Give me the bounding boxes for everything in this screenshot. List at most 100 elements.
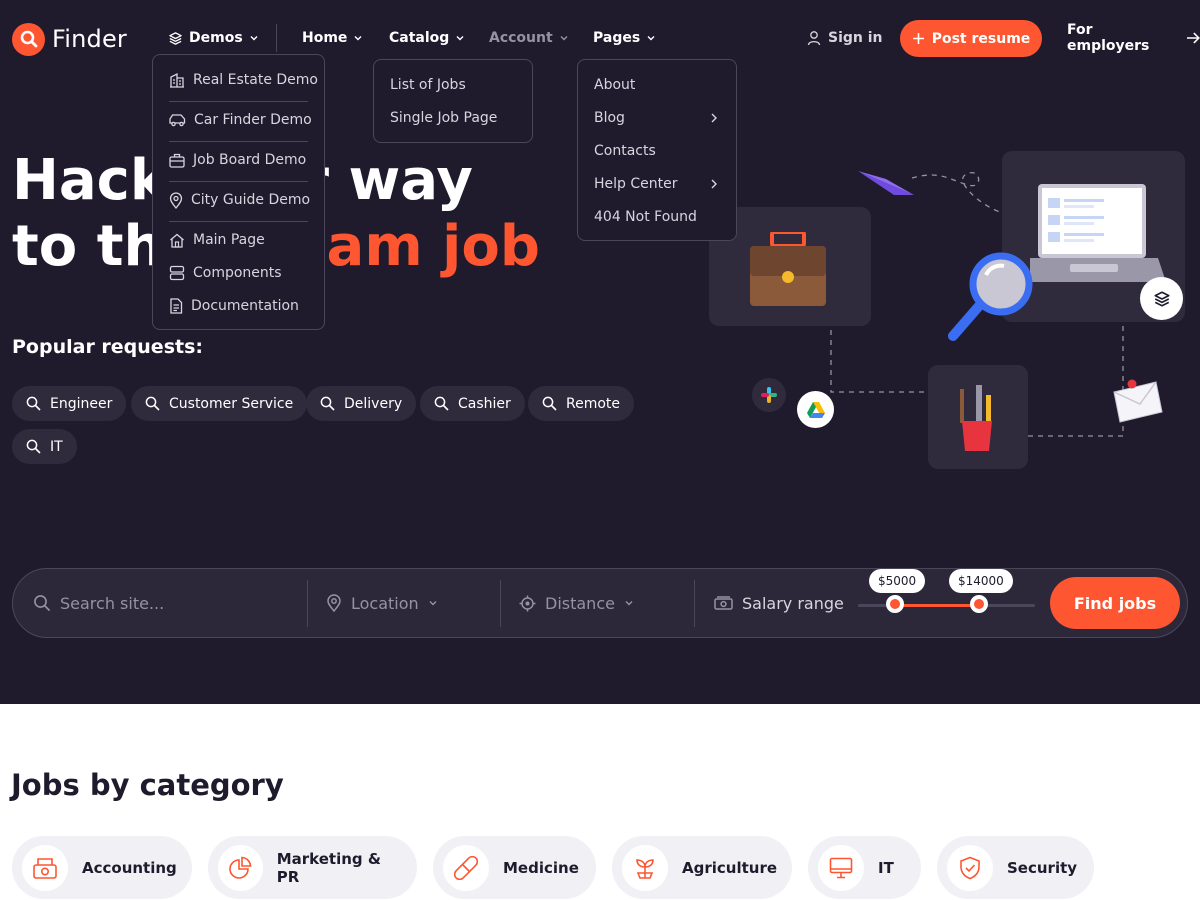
chip-remote[interactable]: Remote	[528, 386, 635, 421]
category-security[interactable]: Security	[937, 836, 1094, 899]
category-label: Accounting	[82, 858, 177, 877]
chip-cashier[interactable]: Cashier	[420, 386, 525, 421]
chip-delivery[interactable]: Delivery	[306, 386, 417, 421]
cash-icon	[714, 596, 733, 610]
pencil-cup-icon	[960, 385, 992, 451]
category-medicine[interactable]: Medicine	[433, 836, 596, 899]
salary-slider-track[interactable]	[858, 604, 1035, 607]
nav-catalog[interactable]: Catalog	[389, 28, 465, 48]
category-it[interactable]: IT	[808, 836, 921, 899]
chip-customer-service[interactable]: Customer Service	[131, 386, 308, 421]
menu-separator	[169, 221, 308, 222]
category-label: Agriculture	[682, 858, 778, 877]
sign-in-link[interactable]: Sign in	[807, 28, 883, 48]
shield-icon	[947, 844, 993, 891]
search-icon	[26, 396, 41, 411]
components-icon	[169, 265, 185, 281]
menu-item-blog[interactable]: Blog	[594, 108, 625, 128]
search-icon	[145, 396, 160, 411]
chip-label: IT	[50, 438, 63, 455]
user-icon	[807, 31, 821, 46]
sign-in-label: Sign in	[828, 30, 883, 46]
salary-max-handle[interactable]	[970, 595, 988, 613]
layers-icon	[1153, 290, 1170, 307]
document-icon	[170, 298, 183, 314]
location-select[interactable]: Location	[326, 569, 438, 637]
envelope-icon	[1113, 379, 1163, 423]
menu-item-main-page[interactable]: Main Page	[169, 230, 265, 250]
briefcase-icon	[169, 153, 185, 168]
search-icon	[34, 595, 51, 612]
chip-label: Delivery	[344, 395, 403, 412]
menu-item-label: Job Board Demo	[193, 152, 307, 168]
layers-badge	[1140, 277, 1183, 320]
menu-item-label: Components	[193, 265, 282, 281]
car-icon	[169, 114, 186, 127]
menu-item-documentation[interactable]: Documentation	[169, 296, 299, 316]
catalog-dropdown: List of Jobs Single Job Page	[373, 59, 533, 143]
chip-label: Customer Service	[169, 395, 294, 412]
search-icon	[320, 396, 335, 411]
salary-min-bubble: $5000	[869, 569, 926, 593]
find-jobs-button[interactable]: Find jobs	[1050, 577, 1180, 629]
chevron-right-icon	[711, 179, 717, 189]
nav-home-label: Home	[302, 30, 348, 46]
chevron-down-icon	[625, 601, 633, 606]
nav-catalog-label: Catalog	[389, 30, 450, 46]
demos-dropdown: Real Estate Demo Car Finder Demo Job Boa…	[152, 54, 325, 330]
menu-item-help-center[interactable]: Help Center	[594, 174, 678, 194]
menu-item-label: Main Page	[193, 232, 265, 248]
hero-illustration	[700, 140, 1200, 480]
pages-dropdown: About Blog Contacts Help Center 404 Not …	[577, 59, 737, 241]
nav-account[interactable]: Account	[489, 28, 569, 48]
nav-pages-label: Pages	[593, 30, 641, 46]
category-label: Marketing & PR	[276, 849, 381, 886]
category-marketing[interactable]: Marketing & PR	[208, 836, 417, 899]
category-agriculture[interactable]: Agriculture	[612, 836, 792, 899]
search-divider	[694, 580, 695, 627]
nav-account-label: Account	[489, 30, 553, 46]
menu-item-city-guide[interactable]: City Guide Demo	[169, 190, 310, 210]
chevron-down-icon	[647, 36, 655, 41]
menu-item-about[interactable]: About	[594, 75, 635, 95]
salary-min-handle[interactable]	[886, 595, 904, 613]
job-search-bar: Location Distance Salary range $5000 $14…	[12, 568, 1188, 638]
chip-engineer[interactable]: Engineer	[12, 386, 127, 421]
building-icon	[170, 72, 184, 88]
drive-icon	[797, 391, 834, 428]
nav-home[interactable]: Home	[302, 28, 363, 48]
chevron-down-icon	[250, 36, 258, 41]
nav-demos[interactable]: Demos	[168, 28, 259, 48]
nav-pages[interactable]: Pages	[593, 28, 656, 48]
category-label: Medicine	[503, 858, 579, 877]
menu-item-car-finder[interactable]: Car Finder Demo	[169, 110, 312, 130]
chip-it[interactable]: IT	[12, 429, 77, 464]
hero-section: Finder Demos Home Catalog Account Pages …	[0, 0, 1200, 704]
menu-item-real-estate[interactable]: Real Estate Demo	[169, 70, 318, 90]
chevron-down-icon	[354, 36, 362, 41]
menu-item-list-of-jobs[interactable]: List of Jobs	[390, 75, 466, 95]
search-divider	[307, 580, 308, 627]
search-divider	[500, 580, 501, 627]
search-input[interactable]	[60, 593, 280, 613]
menu-item-job-board[interactable]: Job Board Demo	[169, 150, 306, 170]
menu-item-404[interactable]: 404 Not Found	[594, 207, 697, 227]
logo[interactable]: Finder	[12, 22, 127, 56]
menu-item-label: City Guide Demo	[191, 192, 311, 208]
category-accounting[interactable]: Accounting	[12, 836, 192, 899]
distance-label: Distance	[545, 593, 615, 613]
for-employers-link[interactable]: For employers	[1067, 22, 1200, 54]
briefcase-icon	[750, 232, 826, 306]
chip-label: Cashier	[458, 395, 511, 412]
plant-icon	[622, 844, 668, 891]
map-pin-icon	[327, 594, 341, 612]
menu-item-single-job-page[interactable]: Single Job Page	[390, 108, 497, 128]
menu-item-components[interactable]: Components	[169, 263, 282, 283]
distance-select[interactable]: Distance	[519, 569, 634, 637]
search-icon	[26, 439, 41, 454]
magnifier-icon	[948, 252, 1033, 341]
post-resume-button[interactable]: Post resume	[900, 20, 1042, 57]
chevron-down-icon	[429, 601, 437, 606]
paper-plane-icon	[858, 171, 914, 195]
menu-item-contacts[interactable]: Contacts	[594, 141, 656, 161]
